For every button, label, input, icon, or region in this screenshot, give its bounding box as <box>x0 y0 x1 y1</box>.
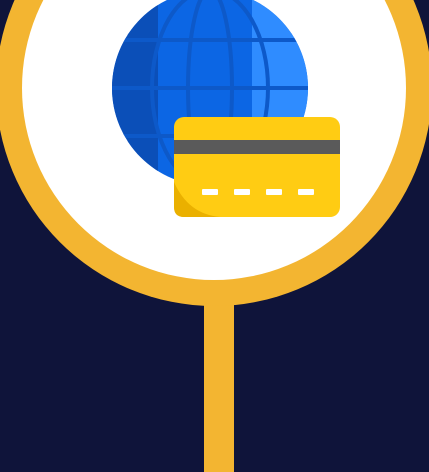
card-body <box>174 117 340 217</box>
global-payment-illustration <box>0 0 429 472</box>
location-pin-stem <box>204 302 234 472</box>
illustration-stage <box>0 0 429 472</box>
card-dot-1 <box>202 189 218 195</box>
card-dot-4 <box>298 189 314 195</box>
card-dot-2 <box>234 189 250 195</box>
card-magnetic-stripe <box>174 140 340 154</box>
card-dot-3 <box>266 189 282 195</box>
credit-card-icon <box>174 117 340 217</box>
